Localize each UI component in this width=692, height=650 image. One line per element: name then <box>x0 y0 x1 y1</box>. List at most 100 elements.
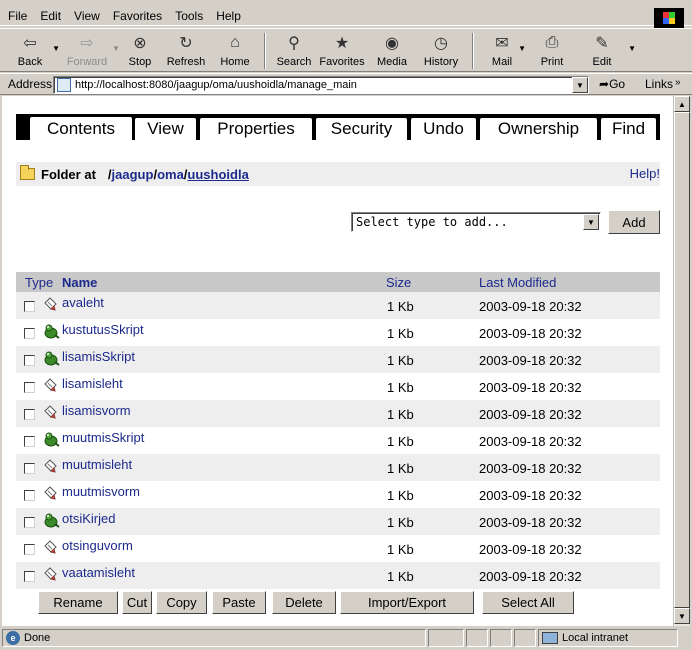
page-template-icon[interactable] <box>42 296 60 312</box>
row-checkbox[interactable] <box>24 328 35 339</box>
print-button[interactable]: ⎙ Print <box>524 29 580 71</box>
header-type[interactable]: Type <box>25 275 53 290</box>
scroll-thumb[interactable] <box>674 112 690 608</box>
tab-security[interactable]: Security <box>316 118 407 140</box>
tab-contents[interactable]: Contents <box>30 117 132 141</box>
help-link[interactable]: Help! <box>630 166 660 181</box>
copy-button[interactable]: Copy <box>156 591 207 614</box>
menu-help[interactable]: Help <box>216 9 241 23</box>
delete-button[interactable]: Delete <box>272 591 336 614</box>
file-name-link[interactable]: vaatamisleht <box>62 565 135 580</box>
chevron-down-icon[interactable]: ▼ <box>583 214 599 230</box>
add-type-select-value: Select type to add... <box>356 215 508 229</box>
breadcrumb-link-jaagup[interactable]: jaagup <box>112 167 154 182</box>
windows-logo-icon <box>654 8 684 28</box>
back-button[interactable]: ⇦ Back ▼ <box>8 29 60 71</box>
home-button[interactable]: ⌂ Home <box>212 29 258 71</box>
script-python-icon[interactable] <box>42 512 60 528</box>
file-name-link[interactable]: kustutusSkript <box>62 322 144 337</box>
home-icon: ⌂ <box>230 34 240 51</box>
row-checkbox[interactable] <box>24 544 35 555</box>
header-last-modified[interactable]: Last Modified <box>479 275 556 290</box>
row-checkbox[interactable] <box>24 517 35 528</box>
menu-file[interactable]: File <box>8 9 27 23</box>
tab-undo[interactable]: Undo <box>411 118 476 140</box>
vertical-scrollbar[interactable]: ▲ ▼ <box>673 96 690 626</box>
refresh-button[interactable]: ↻ Refresh <box>160 29 212 71</box>
menu-edit[interactable]: Edit <box>40 9 61 23</box>
scroll-down-icon[interactable]: ▼ <box>674 608 690 624</box>
scroll-up-icon[interactable]: ▲ <box>674 96 690 112</box>
page-template-icon[interactable] <box>42 485 60 501</box>
tab-ownership[interactable]: Ownership <box>480 118 597 140</box>
page-template-icon[interactable] <box>42 404 60 420</box>
breadcrumb-link-oma[interactable]: oma <box>157 167 184 182</box>
history-button[interactable]: ◷ History <box>416 29 466 71</box>
favorites-button[interactable]: ★ Favorites <box>316 29 368 71</box>
page-template-icon[interactable] <box>42 566 60 582</box>
row-checkbox[interactable] <box>24 436 35 447</box>
go-button[interactable]: ➦Go <box>599 77 625 91</box>
forward-dropdown-icon[interactable]: ▼ <box>112 44 120 53</box>
address-dropdown-icon[interactable]: ▼ <box>572 77 588 93</box>
script-python-icon[interactable] <box>42 323 60 339</box>
menu-tools[interactable]: Tools <box>175 9 203 23</box>
paste-button[interactable]: Paste <box>212 591 266 614</box>
file-name-link[interactable]: otsiKirjed <box>62 511 115 526</box>
breadcrumb-label: Folder at <box>41 166 96 182</box>
file-name-link[interactable]: avaleht <box>62 295 104 310</box>
media-button[interactable]: ◉ Media <box>368 29 416 71</box>
file-name-link[interactable]: muutmisvorm <box>62 484 140 499</box>
page-template-icon[interactable] <box>42 539 60 555</box>
row-checkbox[interactable] <box>24 301 35 312</box>
status-cell <box>466 629 488 647</box>
tab-properties[interactable]: Properties <box>200 118 312 140</box>
file-modified: 2003-09-18 20:32 <box>479 353 582 368</box>
file-size: 1 Kb <box>387 326 414 341</box>
page-template-icon[interactable] <box>42 377 60 393</box>
search-icon: ⚲ <box>288 35 300 52</box>
search-button[interactable]: ⚲ Search <box>272 29 316 71</box>
file-name-link[interactable]: lisamisvorm <box>62 403 131 418</box>
menu-view[interactable]: View <box>74 9 100 23</box>
menu-favorites[interactable]: Favorites <box>113 9 162 23</box>
row-checkbox[interactable] <box>24 409 35 420</box>
add-button[interactable]: Add <box>608 210 660 234</box>
import-export-button[interactable]: Import/Export <box>340 591 474 614</box>
add-type-select[interactable]: Select type to add... ▼ <box>351 212 601 232</box>
row-checkbox[interactable] <box>24 571 35 582</box>
select-all-button[interactable]: Select All <box>482 591 574 614</box>
edit-button[interactable]: ✎ Edit ▼ <box>580 29 636 71</box>
breadcrumb-link-uushoidla[interactable]: uushoidla <box>187 167 248 182</box>
status-bar: e Done Local intranet <box>0 627 692 650</box>
file-name-link[interactable]: otsinguvorm <box>62 538 133 553</box>
file-name-link[interactable]: lisamisleht <box>62 376 123 391</box>
back-dropdown-icon[interactable]: ▼ <box>52 44 60 53</box>
rename-button[interactable]: Rename <box>38 591 118 614</box>
row-checkbox[interactable] <box>24 463 35 474</box>
file-name-link[interactable]: lisamisSkript <box>62 349 135 364</box>
header-name[interactable]: Name <box>62 275 97 290</box>
tab-find[interactable]: Find <box>601 118 656 140</box>
address-url[interactable]: http://localhost:8080/jaagup/oma/uushoid… <box>75 79 572 91</box>
mail-button[interactable]: ✉ Mail ▼ <box>480 29 526 71</box>
stop-button[interactable]: ⊗ Stop <box>120 29 160 71</box>
address-input[interactable]: http://localhost:8080/jaagup/oma/uushoid… <box>53 76 589 94</box>
row-checkbox[interactable] <box>24 355 35 366</box>
forward-button[interactable]: ⇨ Forward ▼ <box>62 29 120 71</box>
script-python-icon[interactable] <box>42 350 60 366</box>
script-python-icon[interactable] <box>42 431 60 447</box>
cut-button[interactable]: Cut <box>122 591 152 614</box>
row-checkbox[interactable] <box>24 382 35 393</box>
file-name-link[interactable]: muutmisSkript <box>62 430 144 445</box>
page-template-icon[interactable] <box>42 458 60 474</box>
edit-icon: ✎ <box>595 35 609 52</box>
file-name-link[interactable]: muutmisleht <box>62 457 132 472</box>
links-button[interactable]: Links <box>645 77 673 91</box>
row-checkbox[interactable] <box>24 490 35 501</box>
edit-dropdown-icon[interactable]: ▼ <box>628 44 636 53</box>
header-size[interactable]: Size <box>386 275 411 290</box>
chevron-right-icon[interactable]: » <box>675 77 681 88</box>
file-modified: 2003-09-18 20:32 <box>479 515 582 530</box>
tab-view[interactable]: View <box>135 118 196 140</box>
